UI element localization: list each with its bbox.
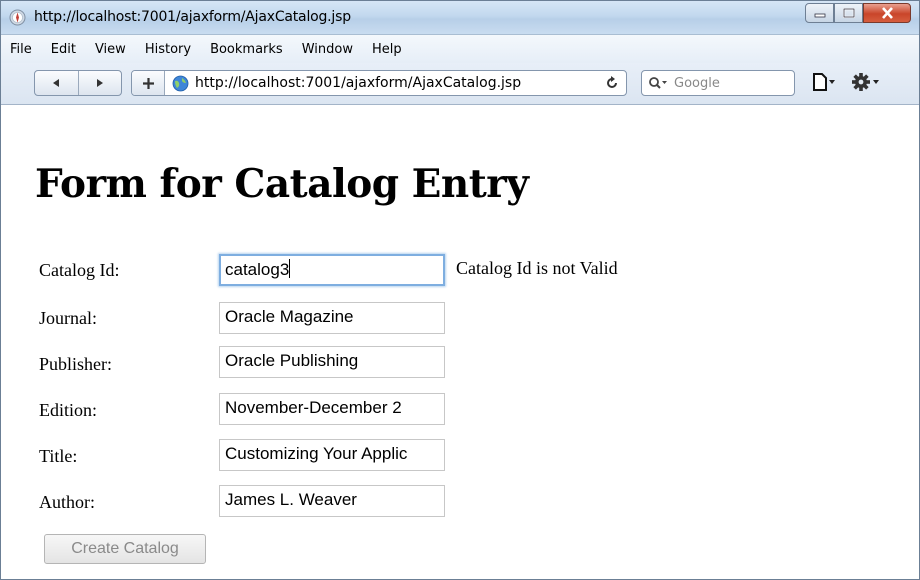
page-menu-button[interactable] [812,72,838,92]
menu-history[interactable]: History [145,42,191,57]
catalog-id-value: catalog3 [225,260,290,279]
back-arrow-icon [53,79,60,87]
add-bookmark-button[interactable] [132,71,165,95]
forward-arrow-icon [96,79,103,87]
menu-bookmarks[interactable]: Bookmarks [210,42,283,57]
forward-button[interactable] [77,71,121,95]
url-text[interactable]: http://localhost:7001/ajaxform/AjaxCatal… [195,75,598,91]
toolbar: http://localhost:7001/ajaxform/AjaxCatal… [1,63,919,105]
menu-bar: File Edit View History Bookmarks Window … [1,35,919,63]
browser-window: http://localhost:7001/ajaxform/AjaxCatal… [0,0,920,580]
settings-menu-button[interactable] [852,72,882,92]
journal-label: Journal: [39,308,97,328]
title-label: Title: [39,446,78,466]
menu-file[interactable]: File [10,42,32,57]
safari-compass-icon [9,9,26,26]
catalog-id-label: Catalog Id: [39,260,120,280]
close-icon [881,7,893,19]
menu-edit[interactable]: Edit [51,42,76,57]
page-icon [813,73,835,91]
back-button[interactable] [35,71,78,95]
maximize-button[interactable] [834,3,863,23]
publisher-input[interactable]: Oracle Publishing [219,346,445,378]
reload-icon [607,76,617,88]
menu-window[interactable]: Window [302,42,353,57]
gear-icon [852,73,879,91]
publisher-label: Publisher: [39,354,113,374]
author-input[interactable]: James L. Weaver [219,485,445,517]
title-bar: http://localhost:7001/ajaxform/AjaxCatal… [1,1,919,35]
search-field[interactable]: Google [641,70,795,96]
create-catalog-button[interactable]: Create Catalog [44,534,206,564]
window-title: http://localhost:7001/ajaxform/AjaxCatal… [34,9,351,25]
journal-input[interactable]: Oracle Magazine [219,302,445,334]
menu-help[interactable]: Help [372,42,402,57]
menu-view[interactable]: View [95,42,126,57]
address-bar[interactable]: http://localhost:7001/ajaxform/AjaxCatal… [131,70,627,96]
author-label: Author: [39,492,95,512]
window-controls [805,3,911,23]
globe-icon [172,75,189,91]
close-button[interactable] [863,3,911,23]
search-icon [649,77,667,89]
search-placeholder: Google [674,75,720,91]
catalog-id-input[interactable]: catalog3 [219,254,445,286]
validation-message: Catalog Id is not Valid [456,258,618,278]
edition-input[interactable]: November-December 2 [219,393,445,425]
page-content: Form for Catalog Entry Catalog Id: catal… [2,106,919,579]
plus-icon [142,77,154,89]
minimize-button[interactable] [805,3,834,23]
title-input[interactable]: Customizing Your Applic [219,439,445,471]
maximize-icon [842,8,855,18]
text-caret [289,259,291,278]
minimize-icon [814,13,825,18]
edition-label: Edition: [39,400,97,420]
nav-buttons [34,70,122,96]
page-title: Form for Catalog Entry [35,161,529,207]
reload-button[interactable] [598,76,626,90]
